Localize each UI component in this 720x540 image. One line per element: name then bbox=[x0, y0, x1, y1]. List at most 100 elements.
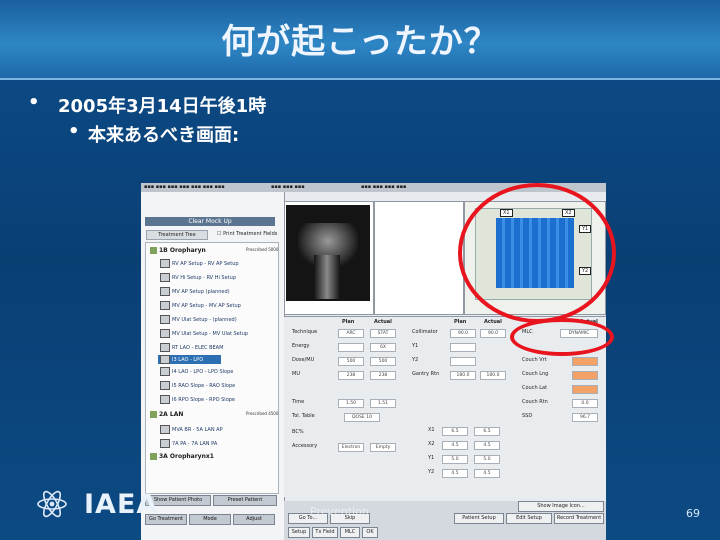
row-label: Energy bbox=[292, 343, 310, 349]
value-actual bbox=[572, 385, 598, 394]
tree-item[interactable]: MVA BR - 5A LAN AP bbox=[160, 425, 223, 434]
tree-item[interactable]: 7A PA - 7A LAN PA bbox=[160, 439, 217, 448]
mode-button[interactable]: Mode bbox=[189, 514, 231, 525]
tree-item-label: MV AP Setup - MV AP Setup bbox=[172, 303, 241, 309]
coord-label: Y1 bbox=[428, 455, 435, 461]
field-icon bbox=[160, 381, 170, 390]
col-header-actual: Actual bbox=[374, 319, 392, 325]
tree-item[interactable]: MV Ulat Setup - (planned) bbox=[160, 315, 237, 324]
value-plan: 238 bbox=[338, 371, 364, 380]
left-panel: Clear Mock Up Treatment Tree ☐ Print Tre… bbox=[141, 192, 285, 540]
highlight-ring-mlc bbox=[510, 318, 614, 356]
coord-label: X2 bbox=[428, 441, 435, 447]
status-mlc: MLC bbox=[340, 527, 360, 538]
adjust-button[interactable]: Adjust bbox=[233, 514, 275, 525]
menu-text: ▪▪▪ ▪▪▪ ▪▪▪ ▪▪▪ ▪▪▪ ▪▪▪ ▪▪▪ bbox=[144, 184, 225, 190]
tree-item-label: RV Hi Setup - RV Hi Setup bbox=[172, 275, 236, 281]
tree-item-label: RT LAO - ELEC BEAM bbox=[172, 345, 224, 351]
value-plan bbox=[450, 357, 476, 366]
row-label: Collimator bbox=[412, 329, 438, 335]
clear-mockup-button[interactable]: Clear Mock Up bbox=[145, 217, 275, 226]
value-actual: 180.0 bbox=[480, 371, 506, 380]
row-label: Y1 bbox=[412, 343, 419, 349]
row-label: Dose/MU bbox=[292, 357, 315, 363]
treatment-tree-tab[interactable]: Treatment Tree bbox=[146, 230, 208, 240]
value-actual: 4.5 bbox=[474, 469, 500, 478]
highlight-ring-beam-view bbox=[458, 183, 616, 323]
tree-group[interactable]: 2A LAN bbox=[150, 411, 183, 418]
preset-patient-button[interactable]: Preset Patient bbox=[213, 495, 277, 506]
row-label: Gantry Rtn bbox=[412, 371, 440, 377]
value-actual: STAT bbox=[370, 329, 396, 338]
col-header-plan: Plan bbox=[454, 319, 467, 325]
value-plan bbox=[338, 343, 364, 352]
tree-item[interactable]: I6 RPO Slope - RPO Slope bbox=[160, 395, 235, 404]
value-plan: 1.50 bbox=[338, 399, 364, 408]
tree-item-label: RV AP Setup - RV AP Setup bbox=[172, 261, 239, 267]
status-setup: Setup bbox=[288, 527, 310, 538]
tree-item[interactable]: MV AP Setup - MV AP Setup bbox=[160, 301, 241, 310]
folder-icon bbox=[150, 453, 157, 460]
treatment-tree: 1B Oropharyn Prescribed 5000 RV AP Setup… bbox=[145, 242, 279, 494]
value-actual: 90.0 bbox=[480, 329, 506, 338]
row-label: Couch Rtn bbox=[522, 399, 548, 405]
value-actual: Empty bbox=[370, 443, 396, 452]
field-icon bbox=[160, 259, 170, 268]
bullet-date-text: 2005年3月14日午後1時 bbox=[58, 96, 267, 117]
row-label: SSD bbox=[522, 413, 533, 419]
iaea-logo-text: IAEA bbox=[84, 489, 159, 520]
tree-item-label: I4 LAO - LPO - LPO Slope bbox=[172, 369, 234, 375]
record-treatment-button[interactable]: Record Treatment bbox=[554, 513, 604, 524]
folder-icon bbox=[150, 411, 157, 418]
row-label: Accessory bbox=[292, 443, 318, 449]
tree-item[interactable]: MV AP Setup (planned) bbox=[160, 287, 230, 296]
tree-item-label: I3 LAO - LPO bbox=[172, 357, 204, 363]
tree-group[interactable]: 1B Oropharyn bbox=[150, 247, 206, 254]
tree-item-label: MV AP Setup (planned) bbox=[172, 289, 230, 295]
tree-group-note: Prescribed 5000 bbox=[246, 247, 279, 252]
tree-item-label: MVA BR - 5A LAN AP bbox=[172, 427, 223, 433]
tree-item[interactable]: I5 RAO Slope - RAO Slope bbox=[160, 381, 235, 390]
value-actual bbox=[572, 371, 598, 380]
menu-text: ▪▪▪ ▪▪▪ ▪▪▪ ▪▪▪ bbox=[361, 184, 407, 190]
portal-image-pane[interactable] bbox=[374, 201, 464, 315]
coord-label: X1 bbox=[428, 427, 435, 433]
value-plan: 5.0 bbox=[442, 455, 468, 464]
value-actual: 238 bbox=[370, 371, 396, 380]
bullet-marker: • bbox=[68, 121, 80, 142]
field-icon bbox=[160, 287, 170, 296]
tree-item[interactable]: MV Ulat Setup - MV Ulat Setup bbox=[160, 329, 248, 338]
field-icon bbox=[160, 367, 170, 376]
row-label: MU bbox=[292, 371, 300, 377]
value-plan: 4.5 bbox=[442, 469, 468, 478]
show-image-button[interactable]: Show Image Icon... bbox=[518, 501, 604, 512]
field-icon bbox=[160, 315, 170, 324]
tree-item-selected[interactable]: I3 LAO - LPO bbox=[158, 355, 222, 364]
tree-group-label: 1B Oropharyn bbox=[159, 247, 206, 254]
field-icon bbox=[160, 329, 170, 338]
tree-item-label: 7A PA - 7A LAN PA bbox=[172, 441, 218, 447]
bullet-expected-screen-text: 本来あるべき画面: bbox=[88, 125, 240, 146]
tree-item[interactable]: RV AP Setup - RV AP Setup bbox=[160, 259, 239, 268]
print-fields-checkbox[interactable]: ☐ Print Treatment Fields bbox=[217, 231, 277, 237]
value-actual bbox=[572, 357, 598, 366]
title-bar: 何が起こったか？ bbox=[0, 0, 720, 80]
field-icon bbox=[160, 273, 170, 282]
value-actual: 4.5 bbox=[474, 441, 500, 450]
tree-item-label: MV Ulat Setup - MV Ulat Setup bbox=[172, 331, 249, 337]
patient-setup-button[interactable]: Patient Setup bbox=[454, 513, 504, 524]
tree-item[interactable]: I4 LAO - LPO - LPO Slope bbox=[160, 367, 233, 376]
tree-group[interactable]: 3A Oropharynx1 bbox=[150, 453, 214, 460]
edit-setup-button[interactable]: Edit Setup bbox=[506, 513, 552, 524]
row-label: Y2 bbox=[412, 357, 419, 363]
value-plan: Electron bbox=[338, 443, 364, 452]
drr-image bbox=[286, 205, 370, 301]
value-plan: 90.0 bbox=[450, 329, 476, 338]
field-icon bbox=[160, 425, 170, 434]
tree-item[interactable]: RT LAO - ELEC BEAM bbox=[160, 343, 223, 352]
tree-item[interactable]: RV Hi Setup - RV Hi Setup bbox=[160, 273, 236, 282]
value-plan: DOSE 10 bbox=[344, 413, 380, 422]
field-icon bbox=[160, 301, 170, 310]
row-label: Couch Lng bbox=[522, 371, 549, 377]
tree-item-label: I6 RPO Slope - RPO Slope bbox=[172, 397, 236, 403]
